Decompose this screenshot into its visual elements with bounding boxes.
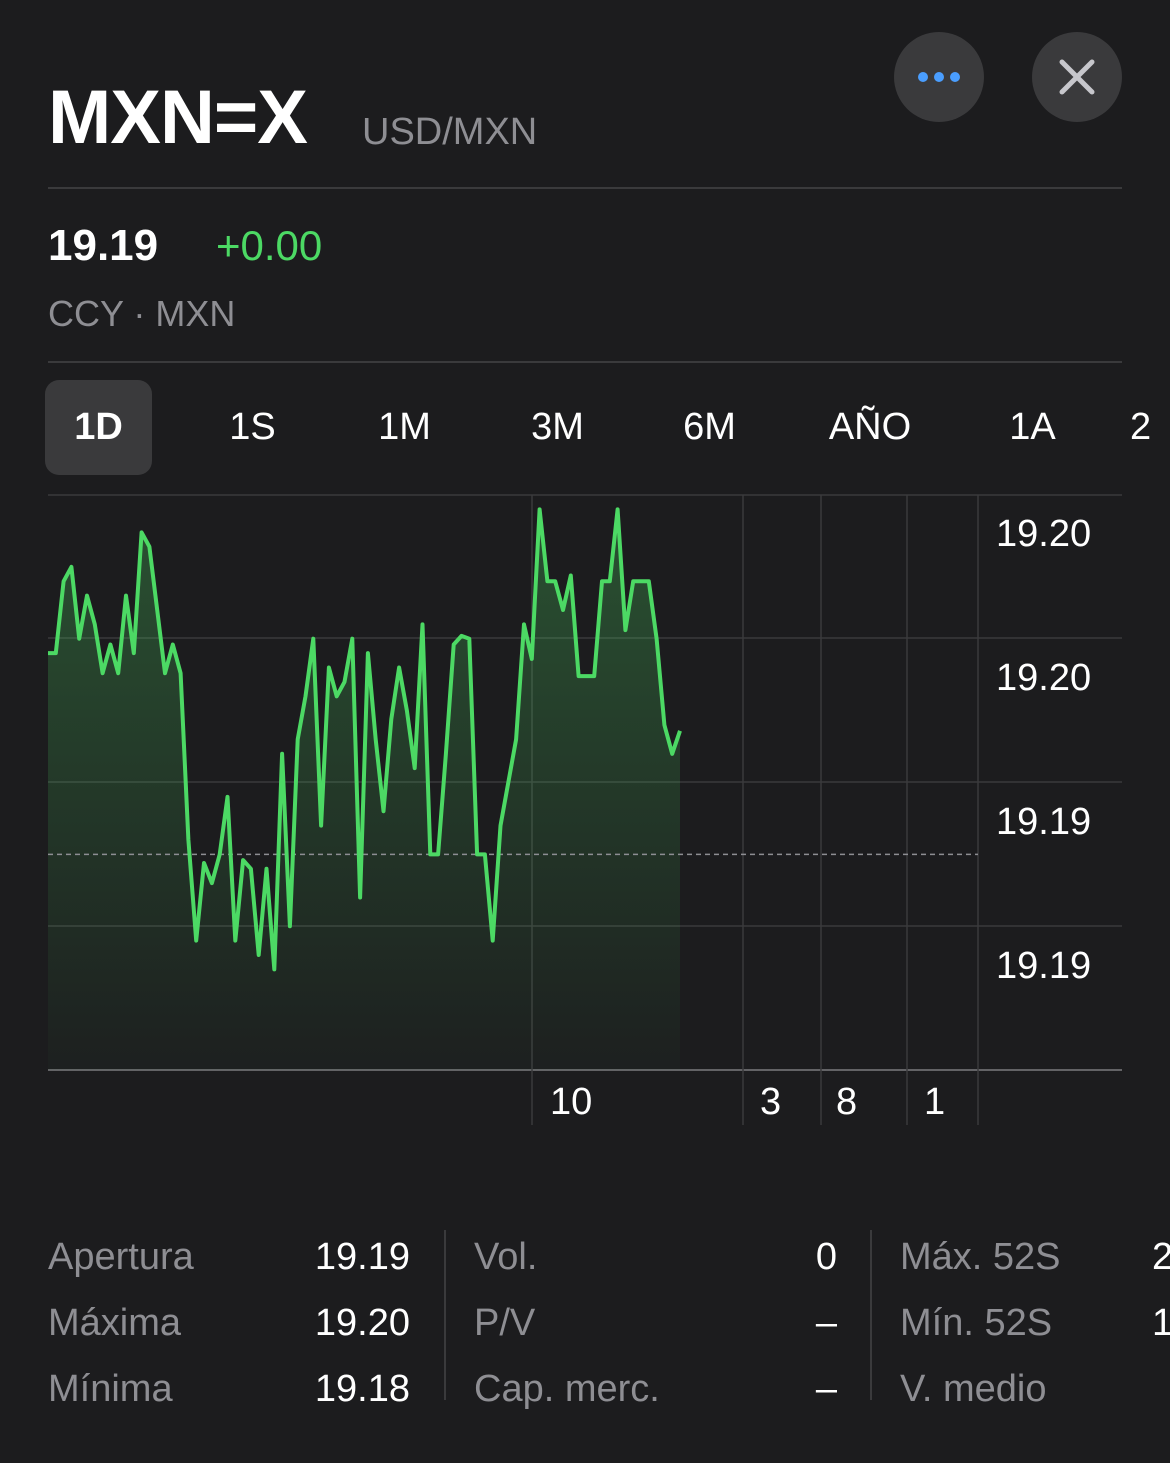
close-x-icon [1059,59,1095,95]
stat-value: 19.19 [314,1236,410,1278]
time-range-tabs: 1D 1S 1M 3M 6M AÑO 1A 2 [45,380,1170,475]
stat-label: Mín. 52S [900,1302,1053,1344]
stock-detail-sheet: MXN=X USD/MXN 19.19 +0.00 CCY · MXN 1D 1… [0,0,1170,1463]
price-change: +0.00 [216,222,323,269]
x-tick-label: 8 [836,1081,857,1123]
tab-1a[interactable]: 1A [980,380,1085,475]
ticker-symbol: MXN=X [48,75,308,160]
y-tick-label: 19.20 [996,513,1091,555]
tab-2[interactable]: 2 [1130,380,1170,475]
stat-label: Mínima [48,1368,173,1410]
quote-divider [48,361,1122,363]
x-tick-label: 10 [550,1081,592,1123]
stat-value: – [815,1302,837,1344]
currency-pair: USD/MXN [362,111,538,153]
stat-label: Máx. 52S [900,1236,1061,1278]
header-divider [48,187,1122,189]
key-statistics: Apertura 19.19 Máxima 19.20 Mínima 19.18… [0,1225,1170,1410]
more-dots-icon [918,72,960,82]
stat-value: 19.18 [314,1368,410,1410]
stat-label: P/V [474,1302,536,1344]
x-tick-label: 3 [760,1081,781,1123]
stat-label: V. medio [900,1368,1047,1410]
close-button[interactable] [1032,32,1122,122]
price-chart[interactable]: 19.20 19.20 19.19 19.19 10 3 8 1 [0,490,1170,1140]
y-tick-label: 19.19 [996,801,1091,843]
stat-value: 2 [1152,1236,1170,1278]
tab-1d[interactable]: 1D [45,380,152,475]
tab-1s[interactable]: 1S [200,380,305,475]
stat-label: Apertura [48,1236,194,1278]
more-button[interactable] [894,32,984,122]
stat-label: Cap. merc. [474,1368,660,1410]
current-price: 19.19 [48,221,159,270]
x-tick-label: 1 [924,1081,945,1123]
tab-3m[interactable]: 3M [505,380,610,475]
stats-divider [444,1230,446,1400]
stat-label: Vol. [474,1236,538,1278]
stat-value: 0 [815,1236,837,1278]
tab-6m[interactable]: 6M [657,380,762,475]
stat-value: 1 [1152,1302,1170,1344]
tab-1m[interactable]: 1M [352,380,457,475]
stat-label: Máxima [48,1302,182,1344]
y-tick-label: 19.19 [996,945,1091,987]
tab-ano[interactable]: AÑO [810,380,930,475]
y-tick-label: 19.20 [996,657,1091,699]
stat-value: 19.20 [314,1302,410,1344]
stat-value: – [815,1368,837,1410]
stats-divider [870,1230,872,1400]
exchange-currency-label: CCY · MXN [48,293,236,334]
